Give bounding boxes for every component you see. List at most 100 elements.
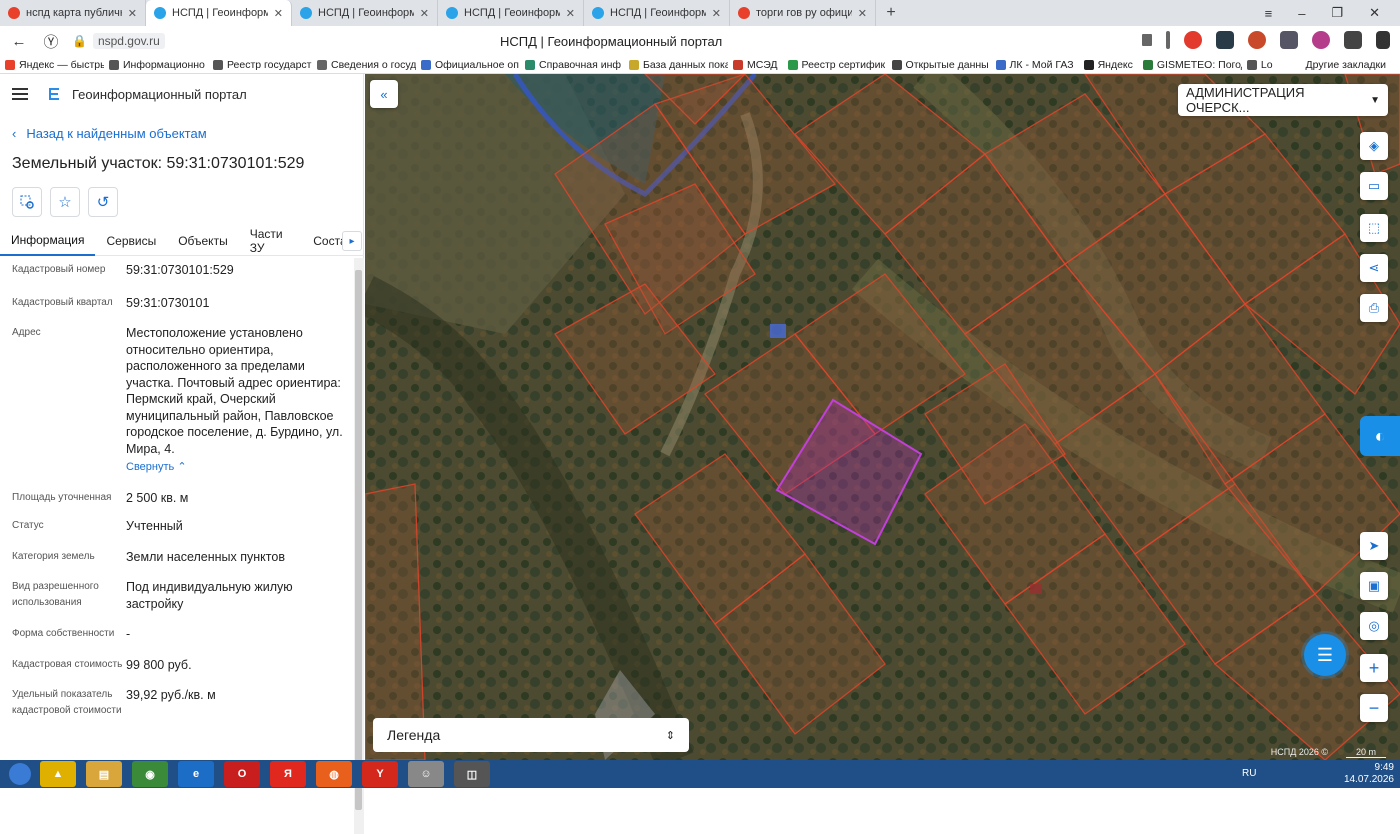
favorite-button[interactable]: ☆ [50, 187, 80, 217]
bookmark-item[interactable]: База данных пока [624, 59, 728, 71]
tabs-scroll-right-button[interactable]: ▸ [342, 231, 362, 251]
browser-tab[interactable]: НСПД | Геоинформацио ✕ [292, 0, 438, 26]
tab-item[interactable]: Объекты [167, 226, 239, 256]
browser-tab[interactable]: торги гов ру официальн ✕ [730, 0, 876, 26]
maximize-icon[interactable]: ❐ [1331, 5, 1343, 21]
browser-tab[interactable]: НСПД | Геоинформацио ✕ [146, 0, 292, 26]
yandex-icon[interactable]: Ⓨ [38, 31, 64, 52]
menu-icon[interactable] [12, 88, 28, 100]
start-button[interactable] [0, 760, 40, 788]
map-footer: НСПД 2026 © 20 m [1271, 747, 1386, 758]
taskbar-app[interactable]: O [224, 761, 260, 787]
close-icon[interactable]: ✕ [420, 7, 429, 20]
close-icon[interactable]: ✕ [566, 7, 575, 20]
share-button[interactable]: ⋖ [1360, 254, 1388, 282]
bookmark-item[interactable]: МСЭД [728, 59, 783, 71]
bookmark-favicon-icon [5, 59, 15, 70]
extension-icon[interactable] [1280, 31, 1298, 49]
close-icon[interactable]: ✕ [274, 7, 283, 20]
feedback-button[interactable]: ◐ [1360, 416, 1400, 456]
menu-dots-icon[interactable] [1166, 31, 1170, 49]
taskbar-app[interactable]: ◫ [454, 761, 490, 787]
layers-button[interactable]: ◈ [1360, 132, 1388, 160]
bookmark-item[interactable]: Яндекс [1079, 59, 1138, 71]
download-icon[interactable] [1376, 31, 1390, 49]
collapse-link[interactable]: Свернуть ⌃ [126, 459, 346, 476]
locate-on-map-button[interactable] [12, 187, 42, 217]
scrollbar-thumb[interactable] [355, 270, 362, 810]
new-tab-button[interactable]: + [880, 2, 902, 24]
administration-select[interactable]: АДМИНИСТРАЦИЯ ОЧЕРСК... ▼ [1178, 84, 1388, 116]
collapse-panel-button[interactable]: « [370, 80, 398, 108]
bookmark-icon[interactable] [1142, 34, 1152, 46]
property-row: Категория земель Земли населенных пунктов [0, 549, 352, 566]
tab-item[interactable]: Сервисы [95, 226, 167, 256]
property-value: Учтенный [126, 519, 183, 533]
taskbar-app[interactable]: ◍ [316, 761, 352, 787]
expand-icon: ⇕ [665, 729, 675, 742]
bookmark-label: МСЭД [747, 58, 778, 71]
extension-icon[interactable] [1248, 31, 1266, 49]
tab-information[interactable]: Информация [0, 226, 96, 256]
close-window-icon[interactable]: ✕ [1369, 5, 1380, 21]
other-bookmarks[interactable]: Другие закладки [1306, 59, 1400, 71]
close-icon[interactable]: ✕ [128, 7, 137, 20]
back-link[interactable]: ‹ Назад к найденным объектам [12, 126, 363, 141]
basemap-button[interactable]: ▣ [1360, 572, 1388, 600]
taskbar-app[interactable]: Y [362, 761, 398, 787]
bookmark-item[interactable]: Реестр государст [208, 59, 312, 71]
ruler-button[interactable]: ▭ [1360, 172, 1388, 200]
taskbar-app[interactable]: e [178, 761, 214, 787]
panel-scrollbar[interactable] [354, 258, 364, 834]
zoom-out-button[interactable]: − [1360, 694, 1388, 722]
bookmark-item[interactable]: Открытые данны [887, 59, 991, 71]
minus-icon: − [1368, 697, 1380, 718]
bookmark-item[interactable]: Официальное оп [416, 59, 520, 71]
geolocation-button[interactable]: ◎ [1360, 612, 1388, 640]
print-button[interactable]: ⎙ [1360, 294, 1388, 322]
browser-tab[interactable]: НСПД | Геоинформацио ✕ [584, 0, 730, 26]
history-button[interactable]: ↺ [88, 187, 118, 217]
minimize-icon[interactable]: – [1298, 6, 1305, 21]
bookmark-item[interactable]: Lo [1242, 59, 1278, 71]
browser-tab[interactable]: нспд карта публичная кад ✕ [0, 0, 146, 26]
bookmark-item[interactable]: Информационно [104, 59, 208, 71]
language-indicator[interactable]: RU [1242, 768, 1256, 779]
legend-panel[interactable]: Легенда ⇕ [373, 718, 689, 752]
taskbar-app[interactable]: Я [270, 761, 306, 787]
chevron-up-icon: ⌃ [177, 461, 187, 473]
share-icon: ⋖ [1368, 260, 1380, 275]
clock[interactable]: 9:49 14.07.2026 [1344, 762, 1394, 786]
taskbar-app[interactable]: ☺ [408, 761, 444, 787]
map-view[interactable]: « АДМИНИСТРАЦИЯ ОЧЕРСК... ▼ ◈ ▭ ⬚ ⋖ ⎙ ◐ … [365, 74, 1400, 760]
bookmark-item[interactable]: GISMETEO: Погод [1138, 59, 1242, 71]
extension-icon[interactable] [1216, 31, 1234, 49]
area-select-button[interactable]: ⬚ [1360, 214, 1388, 242]
taskbar-app[interactable]: ▤ [86, 761, 122, 787]
bookmark-item[interactable]: Яндекс — быстрый [0, 59, 104, 71]
bookmark-item[interactable]: Справочная инф [520, 59, 624, 71]
bookmark-favicon-icon [1246, 59, 1257, 70]
tab-item[interactable]: Части ЗУ [239, 226, 303, 256]
extension-icon[interactable] [1312, 31, 1330, 49]
close-icon[interactable]: ✕ [712, 7, 721, 20]
bookmark-item[interactable]: Сведения о госуд [312, 59, 416, 71]
chevron-down-icon: ▼ [1370, 94, 1380, 106]
taskbar-app[interactable]: ▲ [40, 761, 76, 787]
bookmark-item[interactable]: ЛК - Мой ГАЗ [991, 59, 1079, 71]
bookmark-item[interactable]: Реестр сертифик [783, 59, 887, 71]
chat-button[interactable]: ☰ [1304, 634, 1346, 676]
panel-header: Геоинформационный портал [0, 74, 363, 114]
back-arrow-icon[interactable]: ← [6, 33, 32, 50]
extension-icon[interactable] [1344, 31, 1362, 49]
url-field[interactable]: 🔒 nspd.gov.ru [72, 33, 165, 49]
tab-favicon-icon [8, 7, 20, 19]
adblock-icon[interactable] [1184, 31, 1202, 49]
zoom-in-button[interactable]: + [1360, 654, 1388, 682]
navigate-button[interactable]: ➤ [1360, 532, 1388, 560]
bookmark-favicon-icon [995, 59, 1006, 70]
browser-tab[interactable]: НСПД | Геоинформацио ✕ [438, 0, 584, 26]
taskbar-app[interactable]: ◉ [132, 761, 168, 787]
close-icon[interactable]: ✕ [858, 7, 867, 20]
menu-icon[interactable]: ≡ [1265, 6, 1273, 21]
